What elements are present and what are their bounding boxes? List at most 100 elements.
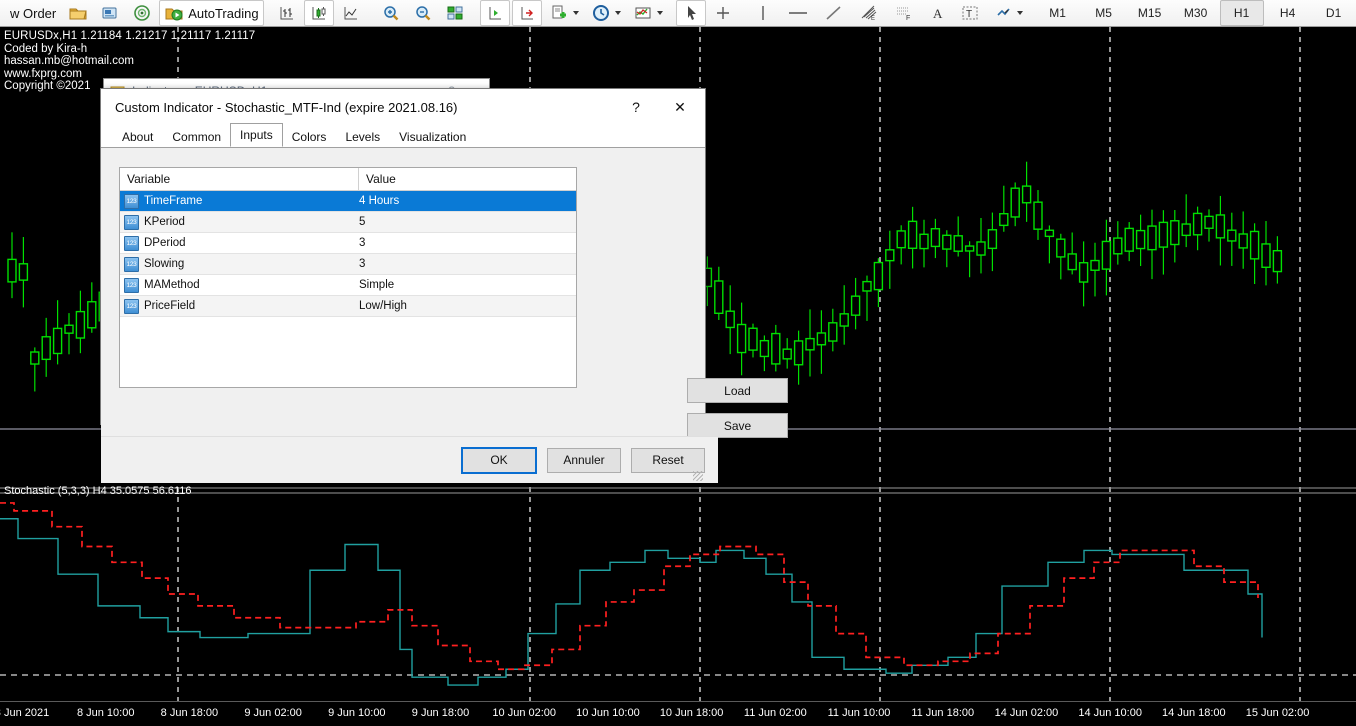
custom-indicator-dialog[interactable]: Custom Indicator - Stochastic_MTF-Ind (e… bbox=[100, 88, 706, 425]
timeframe-m1[interactable]: M1 bbox=[1036, 0, 1080, 26]
cell-variable: 123 PriceField bbox=[120, 296, 355, 316]
dialog-titlebar: Custom Indicator - Stochastic_MTF-Ind (e… bbox=[101, 89, 705, 125]
reset-button[interactable]: Reset bbox=[631, 448, 705, 473]
cell-value[interactable]: 3 bbox=[355, 233, 576, 253]
cell-value[interactable]: 5 bbox=[355, 212, 576, 232]
crosshair-icon[interactable] bbox=[708, 0, 738, 26]
zoom-out-icon[interactable] bbox=[408, 0, 438, 26]
indicators-icon[interactable] bbox=[628, 0, 668, 26]
timeframe-m30[interactable]: M30 bbox=[1174, 0, 1218, 26]
time-axis: 8 Jun 20218 Jun 10:008 Jun 18:009 Jun 02… bbox=[0, 701, 1356, 726]
tab-visualization[interactable]: Visualization bbox=[389, 125, 476, 147]
table-row[interactable]: 123MAMethodSimple bbox=[120, 275, 576, 296]
variable-name: TimeFrame bbox=[144, 195, 202, 207]
cell-value[interactable]: Simple bbox=[355, 275, 576, 295]
cell-value[interactable]: Low/High bbox=[355, 296, 576, 316]
signal-icon[interactable] bbox=[127, 0, 157, 26]
table-row[interactable]: 123 PriceField Low/High bbox=[120, 296, 576, 317]
zoom-in-icon[interactable] bbox=[376, 0, 406, 26]
shift-start-icon[interactable] bbox=[512, 0, 542, 26]
table-row[interactable]: 123 DPeriod 3 bbox=[120, 233, 576, 254]
table-row[interactable]: 123Slowing3 bbox=[120, 254, 576, 275]
variable-name: MAMethod bbox=[144, 279, 200, 291]
candlestick-chart-icon[interactable] bbox=[304, 0, 334, 26]
variable-name: PriceField bbox=[144, 300, 195, 312]
line-chart-icon[interactable] bbox=[336, 0, 366, 26]
numeric-type-icon: 123 bbox=[124, 299, 139, 314]
column-header-value: Value bbox=[359, 168, 576, 190]
autotrading-label: AutoTrading bbox=[184, 6, 258, 21]
text-label-icon[interactable]: F bbox=[888, 0, 920, 26]
svg-text:T: T bbox=[966, 9, 972, 20]
indicator-subwindow-label: Stochastic (5,3,3) H4 35.0575 56.6116 bbox=[4, 485, 192, 497]
chart-symbol-line: EURUSDx,H1 1.21184 1.21217 1.21117 1.211… bbox=[4, 30, 255, 43]
grid-header-row: Variable Value bbox=[120, 168, 576, 191]
folder-icon[interactable] bbox=[63, 0, 93, 26]
trendline-icon[interactable] bbox=[818, 0, 850, 26]
time-axis-label: 14 Jun 18:00 bbox=[1162, 707, 1226, 719]
cancel-button[interactable]: Annuler bbox=[547, 448, 621, 473]
shift-end-icon[interactable] bbox=[480, 0, 510, 26]
dialog-window-controls: ? ✕ bbox=[615, 89, 703, 125]
dialog-title: Custom Indicator - Stochastic_MTF-Ind (e… bbox=[115, 100, 457, 115]
horizontal-line-icon[interactable] bbox=[780, 0, 816, 26]
dialog-tabs: About Common Inputs Colors Levels Visual… bbox=[101, 125, 705, 148]
autotrading-button[interactable]: AutoTrading bbox=[159, 0, 263, 26]
text-icon[interactable]: A bbox=[922, 0, 952, 26]
tab-inputs[interactable]: Inputs bbox=[230, 123, 283, 147]
help-button[interactable]: ? bbox=[615, 89, 657, 125]
svg-text:E: E bbox=[871, 16, 875, 22]
period-clock-icon[interactable] bbox=[586, 0, 626, 26]
tab-colors[interactable]: Colors bbox=[282, 125, 337, 147]
bar-chart-icon[interactable] bbox=[272, 0, 302, 26]
cell-value[interactable]: 4 Hours bbox=[355, 191, 576, 211]
numeric-type-icon: 123 bbox=[124, 236, 139, 251]
save-button[interactable]: Save bbox=[687, 413, 788, 438]
inputs-grid[interactable]: Variable Value 123 TimeFrame 4 Hours123KPe… bbox=[119, 167, 577, 388]
resize-handle[interactable] bbox=[693, 471, 703, 481]
new-order-button[interactable]: w Order bbox=[1, 0, 61, 26]
objects-icon[interactable] bbox=[988, 0, 1028, 26]
timeframe-h1[interactable]: H1 bbox=[1220, 0, 1264, 26]
cell-value[interactable]: 3 bbox=[355, 254, 576, 274]
time-axis-label: 11 Jun 18:00 bbox=[911, 707, 974, 719]
time-axis-label: 10 Jun 10:00 bbox=[576, 707, 640, 719]
new-order-label: w Order bbox=[6, 6, 56, 21]
fibonacci-icon[interactable]: E bbox=[852, 0, 886, 26]
time-axis-label: 14 Jun 02:00 bbox=[995, 707, 1059, 719]
chevron-down-icon-2[interactable] bbox=[615, 11, 621, 15]
numeric-type-icon: 123 bbox=[124, 194, 139, 209]
timeframe-h4[interactable]: H4 bbox=[1266, 0, 1310, 26]
vertical-line-icon[interactable] bbox=[748, 0, 778, 26]
news-icon[interactable] bbox=[95, 0, 125, 26]
ok-button[interactable]: OK bbox=[461, 447, 537, 474]
stochastic-signal-line bbox=[0, 503, 1258, 669]
main-toolbar: w Order AutoTrading bbox=[0, 0, 1356, 27]
time-axis-label: 10 Jun 18:00 bbox=[660, 707, 724, 719]
time-axis-label: 10 Jun 02:00 bbox=[492, 707, 556, 719]
tab-levels[interactable]: Levels bbox=[335, 125, 390, 147]
time-axis-label: 9 Jun 18:00 bbox=[412, 707, 470, 719]
timeframe-m15[interactable]: M15 bbox=[1128, 0, 1172, 26]
load-button[interactable]: Load bbox=[687, 378, 788, 403]
metatrader-window: w Order AutoTrading bbox=[0, 0, 1356, 726]
tab-common[interactable]: Common bbox=[162, 125, 231, 147]
timeframe-d1[interactable]: D1 bbox=[1312, 0, 1356, 26]
tile-windows-icon[interactable] bbox=[440, 0, 470, 26]
chevron-down-icon-3[interactable] bbox=[657, 11, 663, 15]
timeframe-m5[interactable]: M5 bbox=[1082, 0, 1126, 26]
chevron-down-icon-4[interactable] bbox=[1017, 11, 1023, 15]
time-axis-label: 9 Jun 02:00 bbox=[244, 707, 302, 719]
tab-about[interactable]: About bbox=[112, 125, 163, 147]
variable-name: DPeriod bbox=[144, 237, 186, 249]
new-template-icon[interactable] bbox=[544, 0, 584, 26]
textbox-icon[interactable]: T bbox=[954, 0, 986, 26]
cell-variable: 123KPeriod bbox=[120, 212, 355, 232]
table-row[interactable]: 123 TimeFrame 4 Hours bbox=[120, 191, 576, 212]
close-icon[interactable]: ✕ bbox=[657, 89, 703, 125]
table-row[interactable]: 123KPeriod5 bbox=[120, 212, 576, 233]
time-axis-label: 9 Jun 10:00 bbox=[328, 707, 386, 719]
time-axis-label: 8 Jun 2021 bbox=[0, 707, 49, 719]
cursor-icon[interactable] bbox=[676, 0, 706, 26]
chevron-down-icon[interactable] bbox=[573, 11, 579, 15]
